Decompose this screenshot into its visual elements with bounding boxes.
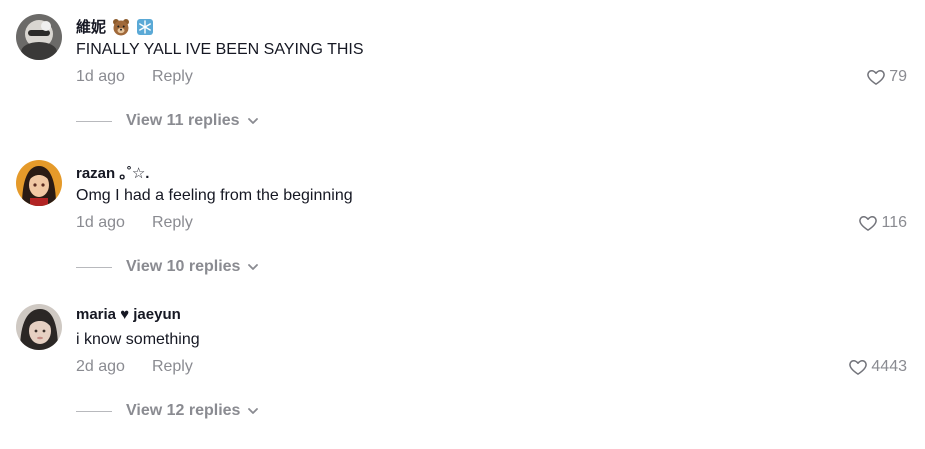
comment-meta: 1d ago Reply — [76, 68, 193, 86]
comment-username[interactable]: razan ｡˚☆. — [76, 162, 149, 183]
heart-outline-icon — [848, 357, 868, 377]
like-button[interactable]: 4443 — [848, 357, 907, 377]
avatar[interactable] — [16, 160, 62, 206]
reply-button[interactable]: Reply — [152, 68, 193, 86]
comment-text: Omg I had a feeling from the beginning — [76, 187, 353, 204]
comment-meta: 1d ago Reply — [76, 214, 193, 232]
comment-item: 維妮 FINALLY YALL IVE BEEN SAYING THIS 1d … — [0, 0, 925, 145]
chevron-down-icon — [246, 260, 260, 274]
heart-outline-icon — [866, 67, 886, 87]
snowflake-emoji — [136, 18, 154, 36]
avatar[interactable] — [16, 304, 62, 350]
comment-item: maria ♥ jaeyun i know something 2d ago R… — [0, 290, 925, 435]
username-text: maria ♥ jaeyun — [76, 306, 181, 323]
comment-username[interactable]: 維妮 — [76, 16, 154, 37]
like-count: 4443 — [871, 358, 907, 375]
view-replies-button[interactable]: View 10 replies — [76, 258, 260, 276]
reply-button[interactable]: Reply — [152, 214, 193, 232]
like-button[interactable]: 79 — [866, 67, 907, 87]
comment-timestamp: 2d ago — [76, 358, 125, 375]
chevron-down-icon — [246, 404, 260, 418]
divider-line — [76, 120, 112, 122]
reply-button[interactable]: Reply — [152, 358, 193, 376]
comment-meta: 2d ago Reply — [76, 358, 193, 376]
username-text: razan ｡˚☆. — [76, 165, 150, 182]
username-text: 維妮 — [76, 19, 107, 36]
bear-emoji — [112, 18, 130, 36]
view-replies-label: View 10 replies — [126, 258, 241, 275]
like-count: 116 — [881, 214, 907, 231]
like-button[interactable]: 116 — [858, 213, 907, 233]
comment-timestamp: 1d ago — [76, 68, 125, 85]
comment-timestamp: 1d ago — [76, 214, 125, 231]
heart-outline-icon — [858, 213, 878, 233]
comment-item: razan ｡˚☆. Omg I had a feeling from the … — [0, 146, 925, 291]
comment-username[interactable]: maria ♥ jaeyun — [76, 306, 181, 323]
comment-text: i know something — [76, 331, 200, 348]
like-count: 79 — [889, 68, 907, 85]
comment-text: FINALLY YALL IVE BEEN SAYING THIS — [76, 41, 364, 58]
view-replies-button[interactable]: View 11 replies — [76, 112, 260, 130]
divider-line — [76, 266, 112, 268]
divider-line — [76, 410, 112, 412]
view-replies-label: View 12 replies — [126, 402, 241, 419]
chevron-down-icon — [246, 114, 260, 128]
view-replies-button[interactable]: View 12 replies — [76, 402, 260, 420]
view-replies-label: View 11 replies — [126, 112, 240, 129]
avatar[interactable] — [16, 14, 62, 60]
